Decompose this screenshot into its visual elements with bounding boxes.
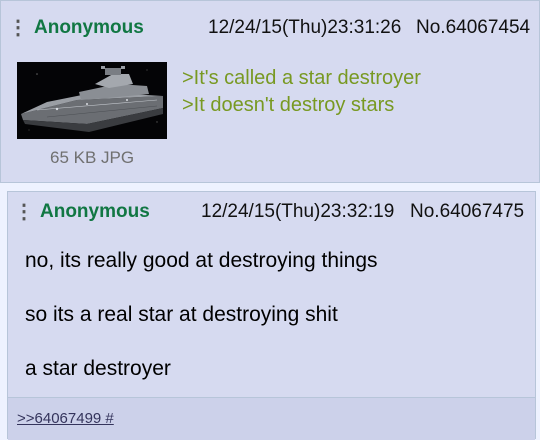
menu-kebab-icon[interactable]: ⋮ [14,202,34,222]
reply-backlink[interactable]: >>64067499 # [17,410,114,427]
poster-name: Anonymous [40,201,150,222]
post-number[interactable]: No.64067475 [410,201,524,223]
greentext-line: >It's called a star destroyer [182,67,421,89]
poster-name: Anonymous [34,17,144,38]
post-datetime: 12/24/15(Thu)23:31:26 [208,17,402,38]
post-number[interactable]: No.64067454 [416,17,530,39]
backlinks-bar: >>64067499 # [8,397,535,440]
post-text-line: so its a real star at destroying shit [25,303,338,326]
post-text-line: no, its really good at destroying things [25,249,378,272]
star-destroyer-image [17,62,167,139]
post-text-line: a star destroyer [25,357,171,380]
post-header: ⋮ Anonymous 12/24/15(Thu)23:31:26 No.640… [1,8,539,48]
reply-post-1: ⋮ Anonymous 12/24/15(Thu)23:31:26 No.640… [0,0,540,183]
star-destroyer-thumbnail[interactable] [17,62,167,139]
reply-post-2: ⋮ Anonymous 12/24/15(Thu)23:32:19 No.640… [7,191,536,440]
greentext-line: >It doesn't destroy stars [182,94,395,116]
menu-kebab-icon[interactable]: ⋮ [8,18,28,38]
post-datetime: 12/24/15(Thu)23:32:19 [201,201,395,222]
post-header: ⋮ Anonymous 12/24/15(Thu)23:32:19 No.640… [8,192,535,232]
file-info: 65 KB JPG [50,148,135,167]
